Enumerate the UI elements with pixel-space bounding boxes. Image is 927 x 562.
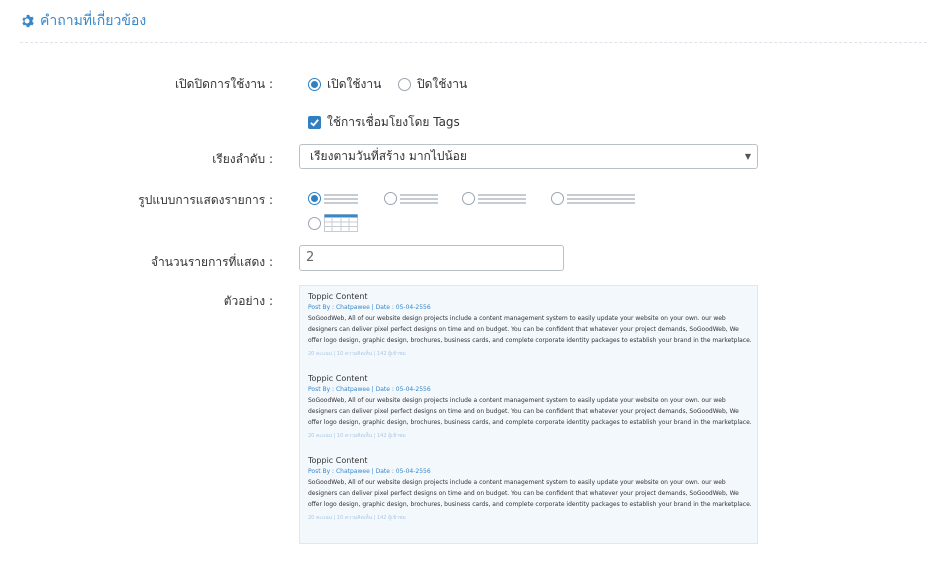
display-option-table[interactable]	[308, 214, 358, 232]
list-style-icon	[324, 193, 358, 204]
section-header: คำถามที่เกี่ยวข้อง	[20, 10, 146, 32]
status-option-on: เปิดใช้งาน	[327, 77, 382, 91]
radio-on[interactable]	[308, 78, 321, 91]
post-body: SoGoodWeb, All of our website design pro…	[308, 315, 752, 344]
preview-post: Toppic Content Post By : Chatpawee | Dat…	[308, 374, 753, 440]
post-meta: Post By : Chatpawee | Date : 05-04-2556	[308, 468, 431, 475]
radio-display-4[interactable]	[551, 192, 564, 205]
radio-display-table[interactable]	[308, 216, 321, 230]
post-stats: 20 คะแนน | 10 ความคิดเห็น | 142 ผู้เข้าช…	[308, 433, 406, 439]
example-label: ตัวอย่าง :	[223, 294, 273, 308]
tags-label: ใช้การเชื่อมโยงโดย Tags	[327, 115, 460, 129]
display-option-list-1[interactable]	[308, 192, 358, 205]
preview-panel: Toppic Content Post By : Chatpawee | Dat…	[299, 285, 758, 544]
sort-label: เรียงลำดับ :	[212, 152, 273, 166]
post-body: SoGoodWeb, All of our website design pro…	[308, 397, 752, 426]
post-meta: Post By : Chatpawee | Date : 05-04-2556	[308, 386, 431, 393]
chevron-down-icon: ▼	[744, 152, 751, 161]
post-title: Toppic Content	[308, 292, 368, 301]
list-style-icon	[478, 193, 526, 204]
table-style-icon	[324, 214, 358, 232]
radio-display-2[interactable]	[384, 192, 397, 205]
header-divider	[20, 42, 927, 43]
tags-checkbox-row[interactable]: ใช้การเชื่อมโยงโดย Tags	[308, 113, 460, 132]
display-label: รูปแบบการแสดงรายการ :	[138, 193, 273, 207]
post-stats: 20 คะแนน | 10 ความคิดเห็น | 142 ผู้เข้าช…	[308, 351, 406, 357]
display-option-list-4[interactable]	[551, 192, 635, 205]
list-style-icon	[400, 193, 438, 204]
status-label: เปิดปิดการใช้งาน :	[174, 77, 273, 91]
status-radio-on[interactable]: เปิดใช้งาน	[308, 75, 381, 94]
radio-display-1[interactable]	[308, 192, 321, 205]
sort-select[interactable]: เรียงตามวันที่สร้าง มากไปน้อย ▼	[299, 144, 758, 169]
preview-post: Toppic Content Post By : Chatpawee | Dat…	[308, 456, 753, 522]
checkmark-icon	[310, 119, 319, 127]
gear-icon	[22, 14, 34, 28]
radio-off[interactable]	[398, 78, 411, 91]
status-option-off: ปิดใช้งาน	[417, 77, 468, 91]
count-input[interactable]: 2	[299, 245, 564, 271]
preview-post: Toppic Content Post By : Chatpawee | Dat…	[308, 292, 753, 358]
post-body: SoGoodWeb, All of our website design pro…	[308, 479, 752, 508]
post-stats: 20 คะแนน | 10 ความคิดเห็น | 142 ผู้เข้าช…	[308, 515, 406, 521]
page-title: คำถามที่เกี่ยวข้อง	[40, 13, 147, 29]
status-radio-off[interactable]: ปิดใช้งาน	[398, 75, 467, 94]
count-label: จำนวนรายการที่แสดง :	[150, 255, 273, 269]
display-option-list-3[interactable]	[462, 192, 526, 205]
display-option-list-2[interactable]	[384, 192, 438, 205]
sort-value: เรียงตามวันที่สร้าง มากไปน้อย	[310, 149, 467, 163]
radio-display-3[interactable]	[462, 192, 475, 205]
post-title: Toppic Content	[308, 456, 368, 465]
tags-checkbox[interactable]	[308, 116, 321, 129]
post-title: Toppic Content	[308, 374, 368, 383]
list-style-icon	[567, 193, 635, 204]
post-meta: Post By : Chatpawee | Date : 05-04-2556	[308, 304, 431, 311]
